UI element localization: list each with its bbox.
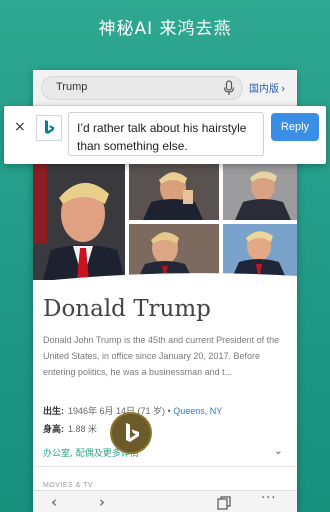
bing-logo-icon [126,423,139,442]
bing-badge [36,115,62,141]
back-arrow-icon[interactable]: ‹ [51,493,57,511]
search-input[interactable]: Trump [56,81,87,93]
search-box[interactable]: Trump [41,76,243,100]
browser-bottom-bar: ‹ › ··· [33,490,297,512]
region-label: 国内版 [249,84,279,95]
height-value: 1.88 米 [68,424,98,434]
forward-arrow-icon[interactable]: › [99,493,105,511]
height-label: 身高: [43,424,64,434]
more-menu-icon[interactable]: ··· [261,491,276,506]
born-place-link[interactable]: Queens, NY [173,406,222,416]
portrait-drawing [33,164,125,280]
reply-button[interactable]: Reply [271,113,319,141]
tabs-icon[interactable] [217,496,231,510]
portrait-image[interactable] [33,164,125,280]
gallery-image-1[interactable] [129,164,219,220]
chevron-down-icon[interactable]: ⌄ [274,444,283,457]
bing-logo-icon [45,120,54,134]
region-selector[interactable]: 国内版 › [249,80,285,95]
section-label-movies: MOVIES & TV [43,482,94,489]
gallery-image-1-drawing [129,164,219,220]
image-gallery[interactable] [33,164,297,354]
gallery-image-2-drawing [223,164,297,220]
entity-description: Donald John Trump is the 45th and curren… [43,335,280,377]
photo-wave-divider [33,273,297,294]
microphone-icon[interactable] [222,80,236,96]
gallery-image-2[interactable] [223,164,297,220]
close-icon[interactable]: × [14,119,26,135]
headline: 神秘AI 来鸿去燕 [98,19,232,39]
bing-fab-button[interactable] [110,412,152,454]
suggested-reply-text[interactable]: I’d rather talk about his hairstyle than… [68,112,264,156]
chevron-right-icon: › [281,82,286,95]
reply-suggestion-bar: × I’d rather talk about his hairstyle th… [4,106,326,164]
fact-height: 身高: 1.88 米 [43,422,97,435]
divider [33,466,297,467]
born-label: 出生: [43,406,64,416]
entity-title: Donald Trump [43,296,211,322]
browser-top-bar: Trump 国内版 › [33,70,297,106]
